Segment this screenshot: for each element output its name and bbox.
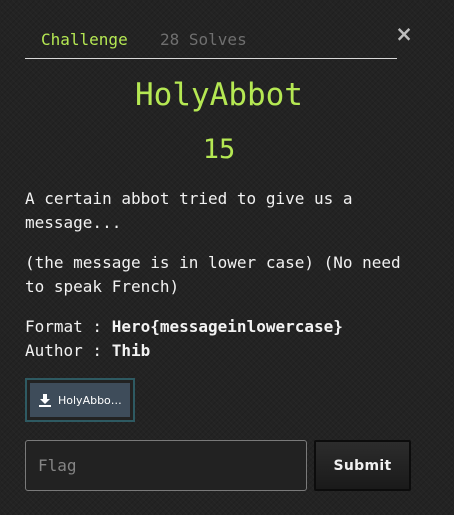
author-value: Thib: [111, 341, 151, 360]
flag-input[interactable]: [25, 440, 307, 491]
close-icon[interactable]: ×: [395, 22, 413, 46]
tab-challenge[interactable]: Challenge: [41, 30, 128, 50]
format-label: Format :: [25, 317, 112, 336]
file-download-inner[interactable]: HolyAbbot...: [30, 383, 130, 417]
challenge-modal: × Challenge 28 Solves HolyAbbot 15 A cer…: [0, 0, 454, 515]
close-button[interactable]: ×: [394, 22, 414, 46]
challenge-description: A certain abbot tried to give us a messa…: [25, 189, 353, 232]
submit-button[interactable]: Submit: [314, 440, 411, 491]
challenge-title: HolyAbbot: [135, 77, 303, 113]
format-line: Format : Hero{messageinlowercase}: [25, 315, 343, 339]
file-download-button[interactable]: HolyAbbot...: [25, 378, 135, 422]
challenge-description-note: (the message is in lower case) (No need …: [25, 253, 401, 296]
tab-solves[interactable]: 28 Solves: [160, 30, 247, 50]
download-icon: [39, 394, 51, 407]
format-value: Hero{messageinlowercase}: [111, 317, 343, 336]
author-line: Author : Thib: [25, 339, 150, 363]
author-label: Author :: [25, 341, 112, 360]
file-name: HolyAbbot...: [58, 393, 124, 407]
challenge-points: 15: [202, 134, 236, 165]
modal-tabs: Challenge 28 Solves: [25, 28, 397, 59]
